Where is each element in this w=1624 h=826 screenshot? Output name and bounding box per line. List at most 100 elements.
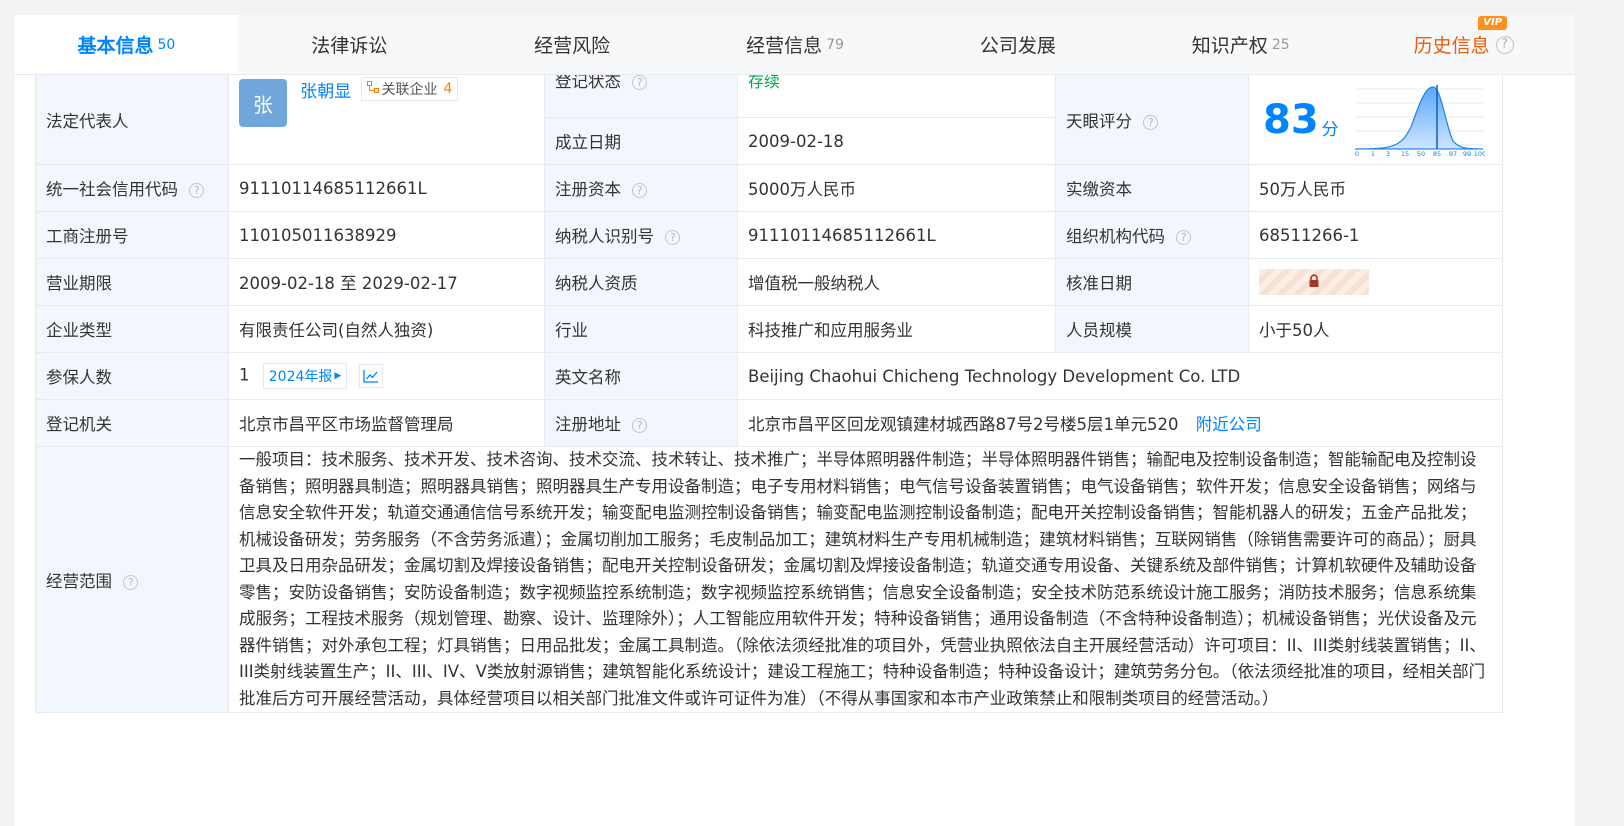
reg-status-label-cell: 登记状态 ? xyxy=(544,74,738,118)
staff-size-value: 小于50人 xyxy=(1248,305,1503,353)
table-row: 经营范围 ? 一般项目：技术服务、技术开发、技术咨询、技术交流、技术转让、技术推… xyxy=(35,446,1503,713)
basic-info-table: 法定代表人 张 张朝显 关联企业 4 登记状态 ? 存续 天眼评分 ? 83 分… xyxy=(35,74,1503,713)
reg-status-value: 存续 xyxy=(748,74,781,92)
found-date-label: 成立日期 xyxy=(544,117,738,165)
table-row: 登记机关 北京市昌平区市场监督管理局 注册地址 ? 北京市昌平区回龙观镇建材城西… xyxy=(35,399,1503,447)
insured-cell: 1 2024年报 ▶ xyxy=(228,352,545,400)
score-tick: 85 xyxy=(1433,150,1441,157)
score-tick: 3 xyxy=(1386,150,1390,157)
help-icon[interactable]: ? xyxy=(1176,230,1192,245)
english-name-value: Beijing Chaohui Chicheng Technology Deve… xyxy=(737,352,1503,400)
industry-value: 科技推广和应用服务业 xyxy=(737,305,1056,353)
paid-capital-value: 50万人民币 xyxy=(1248,164,1503,212)
table-row: 企业类型 有限责任公司(自然人独资) 行业 科技推广和应用服务业 人员规模 小于… xyxy=(35,305,1503,353)
score-label: 天眼评分 xyxy=(1066,111,1132,131)
score-label-cell: 天眼评分 ? xyxy=(1055,74,1249,165)
report-tag-label: 2024年报 xyxy=(268,369,333,385)
biz-reg-no-value: 110105011638929 xyxy=(228,211,545,259)
tab-count: 50 xyxy=(157,36,176,53)
insured-value: 1 xyxy=(239,365,250,385)
legal-rep-name-link[interactable]: 张朝显 xyxy=(300,82,351,102)
trend-chart-icon xyxy=(362,370,378,383)
reg-capital-value: 5000万人民币 xyxy=(737,164,1056,212)
company-info-panel: 基本信息 50 法律诉讼 经营风险 经营信息 79 公司发展 知识产权 25 V… xyxy=(15,15,1575,826)
tab-label: 经营信息 xyxy=(746,35,823,57)
tab-business-info[interactable]: 经营信息 79 xyxy=(684,15,907,74)
tab-count: 79 xyxy=(826,36,844,53)
org-code-value: 68511266-1 xyxy=(1248,211,1503,259)
caret-right-icon: ▶ xyxy=(334,371,342,381)
approve-date-cell xyxy=(1248,258,1503,306)
tab-legal-litigation[interactable]: 法律诉讼 xyxy=(238,15,461,74)
score-unit: 分 xyxy=(1321,120,1339,140)
reg-capital-label: 注册资本 xyxy=(555,180,621,199)
taxpayer-qual-label: 纳税人资质 xyxy=(544,258,738,306)
table-row: 法定代表人 张 张朝显 关联企业 4 登记状态 ? 存续 天眼评分 ? 83 分… xyxy=(35,74,1503,165)
tab-history-info[interactable]: VIP 历史信息 ? xyxy=(1352,15,1575,74)
insured-label: 参保人数 xyxy=(35,352,229,400)
vip-badge: VIP xyxy=(1478,16,1508,30)
tab-label: 基本信息 xyxy=(77,35,154,57)
help-icon[interactable]: ? xyxy=(1143,114,1159,130)
nearby-companies-link[interactable]: 附近公司 xyxy=(1196,415,1262,434)
tab-intellectual-property[interactable]: 知识产权 25 xyxy=(1129,15,1352,74)
score-tick: 50 xyxy=(1417,150,1425,157)
taxpayer-id-value: 91110114685112661L xyxy=(737,211,1056,259)
tab-count: 25 xyxy=(1271,36,1290,53)
help-icon[interactable]: ? xyxy=(632,183,648,198)
lock-icon xyxy=(1309,274,1319,287)
reg-address-label-cell: 注册地址 ? xyxy=(544,399,738,447)
score-cell[interactable]: 83 分 0 1 3 15 50 85 97 99 100 xyxy=(1248,74,1503,165)
score-number-group: 83 分 xyxy=(1263,97,1339,143)
found-date-value: 2009-02-18 xyxy=(737,117,1056,165)
table-row: 参保人数 1 2024年报 ▶ 英文名称 Beijing Chaohui Chi… xyxy=(35,352,1503,400)
score-tick: 1 xyxy=(1371,150,1375,157)
legal-rep-cell: 张 张朝显 关联企业 4 xyxy=(228,74,545,165)
scope-label-cell: 经营范围 ? xyxy=(35,446,229,713)
approve-date-label: 核准日期 xyxy=(1055,258,1249,306)
term-label: 营业期限 xyxy=(35,258,229,306)
tab-basic-info[interactable]: 基本信息 50 xyxy=(15,15,238,74)
reg-address-label: 注册地址 xyxy=(555,415,621,434)
score-tick: 99 xyxy=(1463,150,1471,157)
biz-reg-no-label: 工商注册号 xyxy=(35,211,229,259)
related-companies-tag[interactable]: 关联企业 4 xyxy=(360,77,459,101)
credit-code-label-cell: 统一社会信用代码 ? xyxy=(35,164,229,212)
table-row: 营业期限 2009-02-18 至 2029-02-17 纳税人资质 增值税一般… xyxy=(35,258,1503,306)
scope-label: 经营范围 xyxy=(46,571,112,591)
reg-capital-label-cell: 注册资本 ? xyxy=(544,164,738,212)
term-value: 2009-02-18 至 2029-02-17 xyxy=(228,258,545,306)
help-icon[interactable]: ? xyxy=(189,183,205,198)
org-code-label: 组织机构代码 xyxy=(1066,227,1165,246)
taxpayer-id-label: 纳税人识别号 xyxy=(555,227,654,246)
tab-business-risk[interactable]: 经营风险 xyxy=(461,15,684,74)
help-icon[interactable]: ? xyxy=(632,75,648,90)
score-wrap: 83 分 0 1 3 15 50 85 97 99 100 xyxy=(1250,84,1502,157)
help-icon[interactable]: ? xyxy=(1495,35,1514,54)
avatar[interactable]: 张 xyxy=(239,79,287,127)
help-icon[interactable]: ? xyxy=(123,574,139,590)
reg-status-label: 登记状态 xyxy=(555,74,621,92)
legal-rep-label: 法定代表人 xyxy=(35,74,229,165)
help-icon[interactable]: ? xyxy=(665,230,681,245)
paid-capital-label: 实缴资本 xyxy=(1055,164,1249,212)
credit-code-value: 91110114685112661L xyxy=(228,164,545,212)
tab-label: 历史信息 xyxy=(1413,35,1490,57)
credit-code-label: 统一社会信用代码 xyxy=(46,180,178,199)
locked-value[interactable] xyxy=(1259,269,1369,295)
taxpayer-id-label-cell: 纳税人识别号 ? xyxy=(544,211,738,259)
score-tick: 0 xyxy=(1355,150,1359,157)
score-tick: 15 xyxy=(1401,150,1409,157)
help-icon[interactable]: ? xyxy=(632,418,648,433)
related-label: 关联企业 xyxy=(381,82,438,98)
related-count: 4 xyxy=(443,81,453,97)
tab-company-development[interactable]: 公司发展 xyxy=(906,15,1129,74)
taxpayer-qual-value: 增值税一般纳税人 xyxy=(737,258,1056,306)
trend-chart-button[interactable] xyxy=(358,364,383,388)
org-code-label-cell: 组织机构代码 ? xyxy=(1055,211,1249,259)
staff-size-label: 人员规模 xyxy=(1055,305,1249,353)
annual-report-tag[interactable]: 2024年报 ▶ xyxy=(262,363,348,389)
score-value: 83 xyxy=(1263,96,1319,143)
related-network-icon xyxy=(366,81,379,97)
reg-address-cell: 北京市昌平区回龙观镇建材城西路87号2号楼5层1单元520 附近公司 xyxy=(737,399,1503,447)
